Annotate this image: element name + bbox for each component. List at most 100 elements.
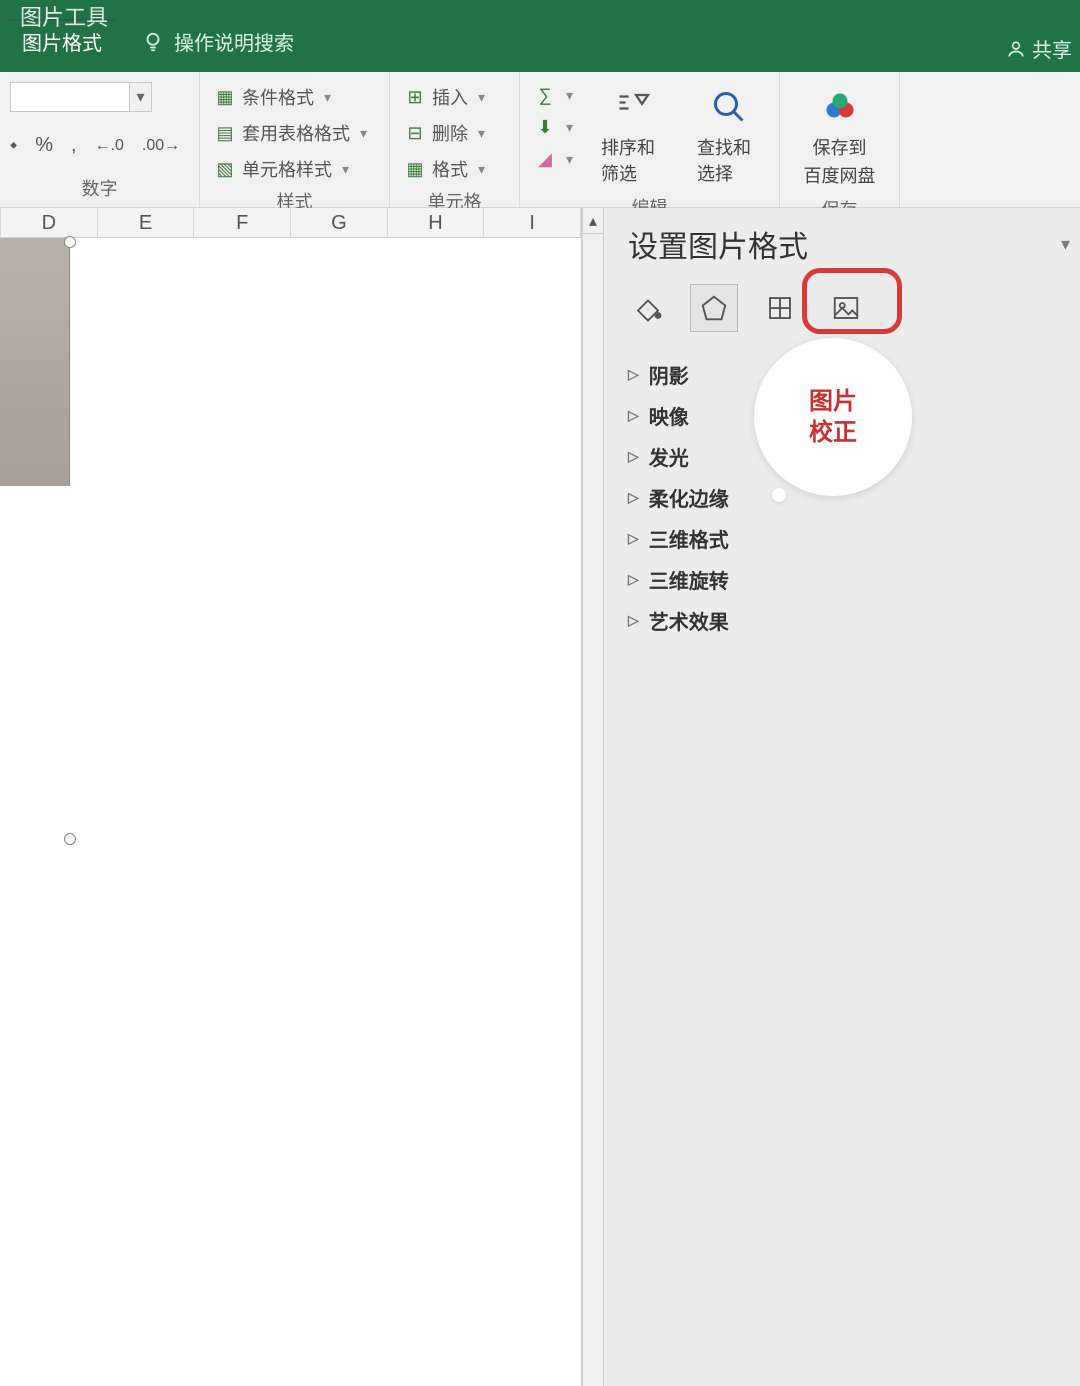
option-label: 艺术效果 bbox=[649, 606, 729, 635]
person-icon bbox=[1006, 39, 1026, 59]
autosum-button[interactable]: ∑▾ bbox=[530, 82, 577, 108]
insert-icon: ⊞ bbox=[404, 86, 426, 108]
chevron-down-icon: ▾ bbox=[566, 151, 573, 168]
chevron-down-icon: ▾ bbox=[360, 125, 367, 142]
chevron-down-icon: ▾ bbox=[478, 125, 485, 142]
inserted-picture-edge[interactable] bbox=[0, 238, 70, 486]
pentagon-icon bbox=[699, 293, 729, 323]
annotation-text-line1: 图片 bbox=[809, 386, 857, 417]
fill-line-tab[interactable] bbox=[624, 284, 672, 332]
format-as-table-button[interactable]: ▤套用表格格式▾ bbox=[210, 118, 371, 148]
chevron-down-icon: ▾ bbox=[478, 161, 485, 178]
picture-icon bbox=[831, 293, 861, 323]
option-3d-format[interactable]: ▷ 三维格式 bbox=[628, 518, 1070, 559]
column-header[interactable]: H bbox=[388, 208, 485, 237]
column-header[interactable]: E bbox=[98, 208, 195, 237]
lightbulb-icon bbox=[142, 31, 164, 53]
find-select-label: 查找和选择 bbox=[697, 134, 761, 186]
find-select-button[interactable]: 查找和选择 bbox=[689, 82, 769, 190]
table-icon: ▤ bbox=[214, 122, 236, 144]
picture-tools-contextual-tab: 图片工具 bbox=[20, 0, 108, 32]
comma-button[interactable]: , bbox=[71, 134, 77, 157]
save-to-baidu-button[interactable]: 保存到 百度网盘 bbox=[796, 82, 884, 192]
ribbon-group-styles: ▦条件格式▾ ▤套用表格格式▾ ▧单元格样式▾ 样式 bbox=[200, 72, 390, 207]
sort-filter-icon bbox=[612, 86, 654, 128]
decrease-decimal-button[interactable]: .00→ bbox=[142, 137, 180, 155]
size-properties-tab[interactable] bbox=[756, 284, 804, 332]
delete-icon: ⊟ bbox=[404, 122, 426, 144]
ribbon-group-number: ▾ ⬩ % , ←.0 .00→ 数字 bbox=[0, 72, 200, 207]
sigma-icon: ∑ bbox=[534, 84, 556, 106]
pane-options-dropdown[interactable]: ▾ bbox=[1061, 234, 1070, 255]
option-label: 柔化边缘 bbox=[649, 483, 729, 512]
cell-styles-button[interactable]: ▧ 单元格样式 ▾ bbox=[210, 154, 371, 184]
expand-triangle-icon: ▷ bbox=[628, 571, 639, 588]
format-cells-button[interactable]: ▦ 格式 ▾ bbox=[400, 154, 489, 184]
vertical-scrollbar[interactable]: ▴ bbox=[582, 208, 604, 1386]
format-picture-pane: 设置图片格式 ▾ ▷阴影 ▷映像 ▷发光 ▷柔化边缘 ▷三维格式 ▷三维旋转 ▷… bbox=[604, 208, 1080, 1386]
insert-label: 插入 bbox=[432, 84, 468, 110]
delete-cells-button[interactable]: ⊟删除▾ bbox=[400, 118, 489, 148]
annotation-bubble: 图片 校正 bbox=[754, 338, 912, 496]
chevron-down-icon: ▾ bbox=[478, 89, 485, 106]
tell-me-search[interactable]: 操作说明搜索 bbox=[174, 27, 294, 56]
pane-category-tabs bbox=[624, 284, 1070, 332]
option-label: 三维旋转 bbox=[649, 565, 729, 594]
clear-button[interactable]: ◢▾ bbox=[530, 146, 577, 172]
expand-triangle-icon: ▷ bbox=[628, 530, 639, 547]
share-button[interactable]: 共享 bbox=[1006, 34, 1072, 63]
titlebar: 图片工具 图片格式 操作说明搜索 共享 bbox=[0, 0, 1080, 72]
spreadsheet-grid[interactable]: D E F G H I bbox=[0, 208, 582, 1386]
increase-decimal-button[interactable]: ←.0 bbox=[95, 137, 124, 155]
conditional-label: 条件格式 bbox=[242, 84, 314, 110]
column-header[interactable]: G bbox=[291, 208, 388, 237]
selection-handle[interactable] bbox=[64, 236, 76, 248]
insert-cells-button[interactable]: ⊞ 插入 ▾ bbox=[400, 82, 489, 112]
ribbon-group-editing: ∑▾ ⬇▾ ◢▾ 排序和筛选 查找和选择 编辑 bbox=[520, 72, 780, 207]
option-label: 映像 bbox=[649, 401, 689, 430]
magnifier-icon bbox=[708, 86, 750, 128]
workspace: D E F G H I ▴ 设置图片格式 ▾ ▷阴影 ▷映像 ▷发光 ▷ bbox=[0, 208, 1080, 1386]
fill-button[interactable]: ⬇▾ bbox=[530, 114, 577, 140]
option-label: 三维格式 bbox=[649, 524, 729, 553]
baidu-label: 百度网盘 bbox=[804, 162, 876, 188]
share-label: 共享 bbox=[1032, 34, 1072, 63]
paint-bucket-icon bbox=[633, 293, 663, 323]
chevron-down-icon: ▾ bbox=[566, 87, 573, 104]
eraser-icon: ◢ bbox=[534, 148, 556, 170]
accounting-dropdown[interactable]: ⬩ bbox=[10, 134, 17, 157]
format-icon: ▦ bbox=[404, 158, 426, 180]
ribbon-group-save: 保存到 百度网盘 保存 bbox=[780, 72, 900, 207]
conditional-formatting-button[interactable]: ▦ 条件格式 ▾ bbox=[210, 82, 371, 112]
pane-title: 设置图片格式 bbox=[628, 222, 808, 266]
save-to-label: 保存到 bbox=[813, 134, 867, 160]
chevron-down-icon: ▾ bbox=[566, 119, 573, 136]
sort-filter-label: 排序和筛选 bbox=[601, 134, 665, 186]
effects-tab[interactable] bbox=[690, 284, 738, 332]
option-3d-rotation[interactable]: ▷ 三维旋转 bbox=[628, 559, 1070, 600]
annotation-text-line2: 校正 bbox=[809, 417, 857, 448]
format-label: 格式 bbox=[432, 156, 468, 182]
percent-button[interactable]: % bbox=[35, 134, 53, 157]
cell-style-icon: ▧ bbox=[214, 158, 236, 180]
scroll-up-button[interactable]: ▴ bbox=[583, 208, 603, 234]
column-headers: D E F G H I bbox=[0, 208, 581, 238]
chevron-down-icon: ▾ bbox=[130, 82, 152, 112]
chevron-down-icon: ▾ bbox=[342, 161, 349, 178]
option-artistic-effects[interactable]: ▷艺术效果 bbox=[628, 600, 1070, 641]
option-label: 阴影 bbox=[649, 360, 689, 389]
column-header[interactable]: F bbox=[194, 208, 291, 237]
selection-handle[interactable] bbox=[64, 833, 76, 845]
chevron-down-icon: ▾ bbox=[324, 89, 331, 106]
fill-down-icon: ⬇ bbox=[534, 116, 556, 138]
column-header[interactable]: I bbox=[484, 208, 581, 237]
group-label-number: 数字 bbox=[10, 171, 189, 207]
expand-triangle-icon: ▷ bbox=[628, 448, 639, 465]
expand-triangle-icon: ▷ bbox=[628, 407, 639, 424]
cell-styles-label: 单元格样式 bbox=[242, 156, 332, 182]
number-format-dropdown[interactable]: ▾ bbox=[10, 82, 152, 112]
column-header[interactable]: D bbox=[0, 208, 98, 237]
conditional-icon: ▦ bbox=[214, 86, 236, 108]
picture-tab[interactable] bbox=[822, 284, 870, 332]
sort-filter-button[interactable]: 排序和筛选 bbox=[593, 82, 673, 190]
